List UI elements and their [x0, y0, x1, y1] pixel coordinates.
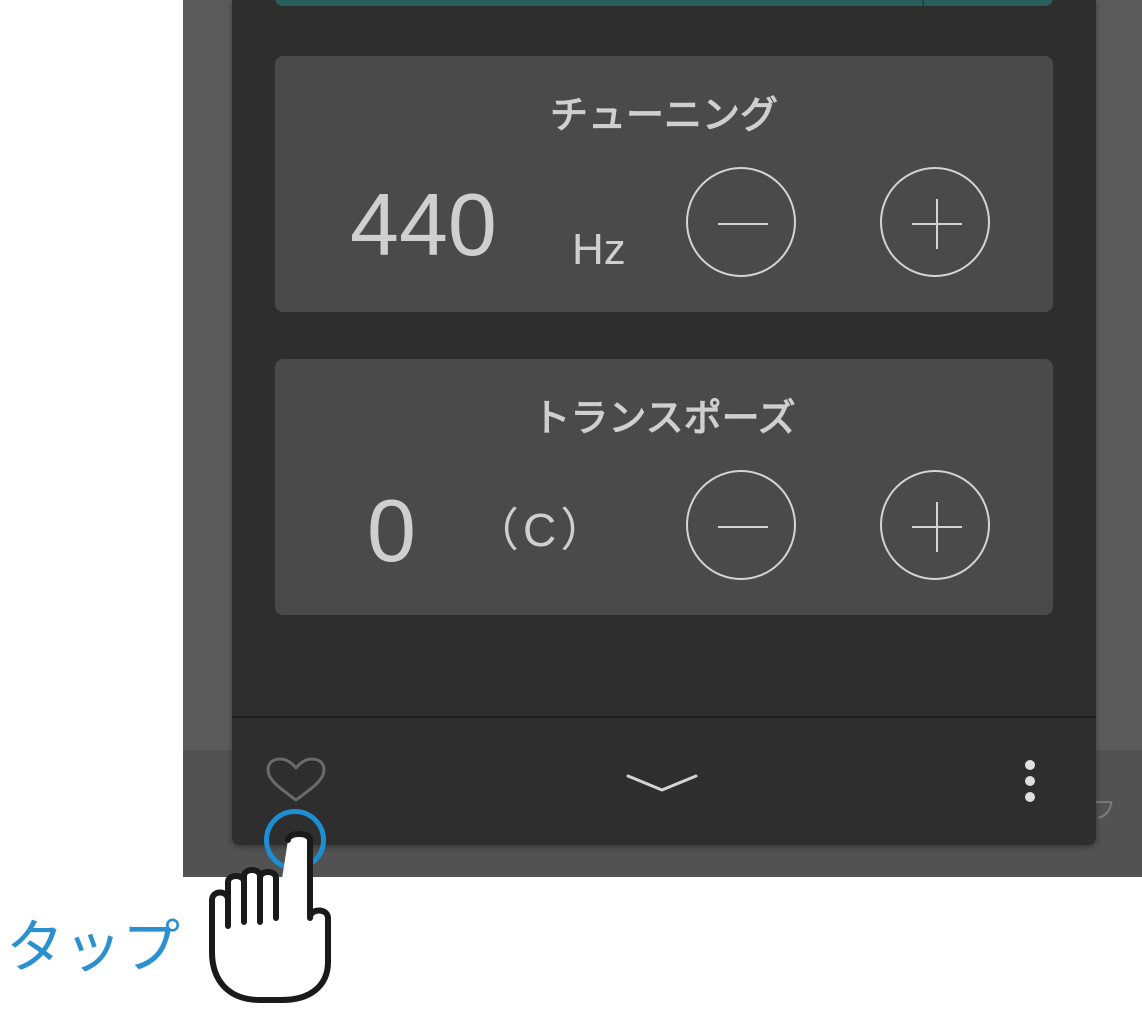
minus-icon [718, 526, 768, 528]
favorite-button[interactable] [264, 756, 328, 804]
tuning-increase-button[interactable] [880, 167, 990, 277]
bottom-bar-divider [232, 716, 1096, 718]
tuning-decrease-button[interactable] [686, 167, 796, 277]
transpose-value: 0 [367, 481, 416, 580]
tuning-value: 440 [350, 175, 497, 274]
transpose-card: トランスポーズ 0 （C） [275, 359, 1053, 615]
more-vertical-icon [1025, 760, 1035, 802]
tap-instruction-label: タップ [6, 913, 181, 981]
transpose-increase-button[interactable] [880, 470, 990, 580]
tuning-unit: Hz [572, 225, 626, 274]
top-toggle-strip[interactable] [275, 0, 1053, 6]
plus-icon [912, 502, 962, 552]
collapse-button[interactable] [624, 768, 700, 798]
transpose-key: （C） [473, 504, 611, 556]
chevron-down-icon [626, 774, 698, 792]
heart-icon [266, 757, 326, 802]
more-options-button[interactable] [1018, 756, 1042, 806]
strip-divider [922, 0, 924, 6]
minus-icon [718, 223, 768, 225]
transpose-title: トランスポーズ [532, 396, 796, 440]
plus-icon [912, 199, 962, 249]
tuning-card: チューニング 440 Hz [275, 56, 1053, 312]
settings-panel: チューニング 440 Hz トランスポーズ 0 （C） [232, 0, 1096, 845]
transpose-decrease-button[interactable] [686, 470, 796, 580]
tuning-title: チューニング [549, 93, 778, 137]
tap-hand-icon [200, 830, 340, 1010]
